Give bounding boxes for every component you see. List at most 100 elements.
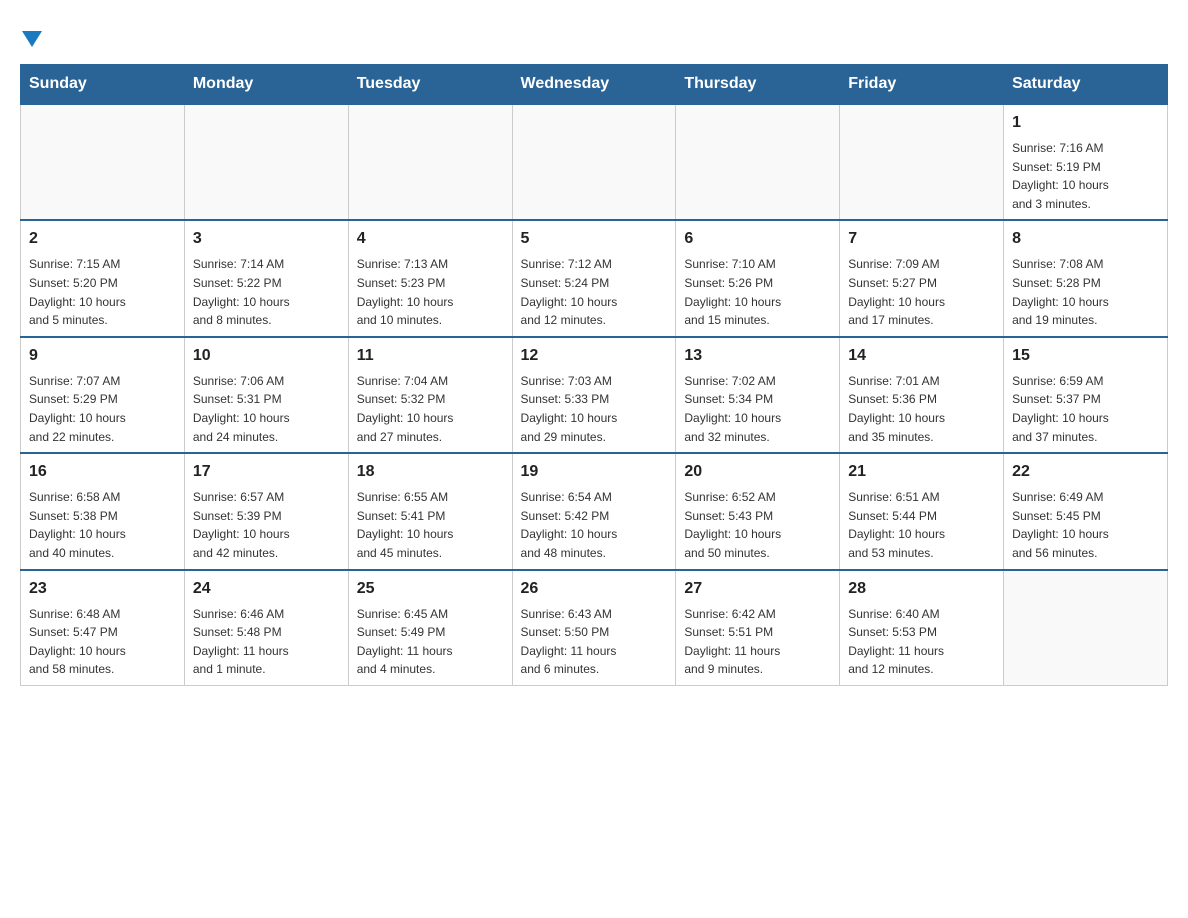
calendar-week-row: 23Sunrise: 6:48 AMSunset: 5:47 PMDayligh… (21, 570, 1168, 686)
day-info: Sunrise: 7:03 AMSunset: 5:33 PMDaylight:… (521, 372, 668, 446)
day-number: 11 (357, 344, 504, 368)
day-number: 5 (521, 227, 668, 251)
calendar-cell: 19 Sunrise: 6:54 AMSunset: 5:42 PMDayligh… (512, 453, 676, 569)
weekday-header-monday: Monday (184, 65, 348, 105)
calendar-cell: 27 Sunrise: 6:42 AMSunset: 5:51 PMDayligh… (676, 570, 840, 686)
day-number: 10 (193, 344, 340, 368)
day-info: Sunrise: 7:13 AMSunset: 5:23 PMDaylight:… (357, 255, 504, 329)
day-info: Sunrise: 7:07 AMSunset: 5:29 PMDaylight:… (29, 372, 176, 446)
calendar-cell: 18Sunrise: 6:55 AMSunset: 5:41 PMDayligh… (348, 453, 512, 569)
day-info: Sunrise: 7:01 AMSunset: 5:36 PMDaylight:… (848, 372, 995, 446)
day-info: Sunrise: 7:15 AMSunset: 5:20 PMDaylight:… (29, 255, 176, 329)
calendar-cell: 20 Sunrise: 6:52 AMSunset: 5:43 PMDayligh… (676, 453, 840, 569)
calendar-cell: 13Sunrise: 7:02 AMSunset: 5:34 PMDayligh… (676, 337, 840, 453)
day-info: Sunrise: 6:49 AMSunset: 5:45 PMDaylight:… (1012, 488, 1159, 562)
calendar-cell: 3 Sunrise: 7:14 AMSunset: 5:22 PMDaylight… (184, 220, 348, 336)
page-header (20, 20, 1168, 48)
logo-text (20, 20, 42, 48)
day-number: 23 (29, 577, 176, 601)
weekday-header-tuesday: Tuesday (348, 65, 512, 105)
day-info: Sunrise: 7:08 AMSunset: 5:28 PMDaylight:… (1012, 255, 1159, 329)
calendar-cell: 25Sunrise: 6:45 AMSunset: 5:49 PMDayligh… (348, 570, 512, 686)
calendar-week-row: 2 Sunrise: 7:15 AMSunset: 5:20 PMDaylight… (21, 220, 1168, 336)
day-number: 17 (193, 460, 340, 484)
calendar-cell (1004, 570, 1168, 686)
calendar-cell: 24 Sunrise: 6:46 AMSunset: 5:48 PMDayligh… (184, 570, 348, 686)
calendar-cell: 7 Sunrise: 7:09 AMSunset: 5:27 PMDaylight… (840, 220, 1004, 336)
day-number: 9 (29, 344, 176, 368)
weekday-header-sunday: Sunday (21, 65, 185, 105)
logo-triangle-icon (22, 31, 42, 47)
day-number: 14 (848, 344, 995, 368)
calendar-header-row: SundayMondayTuesdayWednesdayThursdayFrid… (21, 65, 1168, 105)
day-number: 28 (848, 577, 995, 601)
calendar-cell: 28 Sunrise: 6:40 AMSunset: 5:53 PMDayligh… (840, 570, 1004, 686)
calendar-cell: 21 Sunrise: 6:51 AMSunset: 5:44 PMDayligh… (840, 453, 1004, 569)
day-info: Sunrise: 6:51 AMSunset: 5:44 PMDaylight:… (848, 488, 995, 562)
calendar-week-row: 16 Sunrise: 6:58 AMSunset: 5:38 PMDayligh… (21, 453, 1168, 569)
day-number: 3 (193, 227, 340, 251)
day-info: Sunrise: 6:42 AMSunset: 5:51 PMDaylight:… (684, 605, 831, 679)
day-number: 2 (29, 227, 176, 251)
logo (20, 20, 42, 48)
calendar-cell (184, 104, 348, 220)
weekday-header-thursday: Thursday (676, 65, 840, 105)
day-info: Sunrise: 7:02 AMSunset: 5:34 PMDaylight:… (684, 372, 831, 446)
calendar-cell: 15 Sunrise: 6:59 AMSunset: 5:37 PMDayligh… (1004, 337, 1168, 453)
weekday-header-friday: Friday (840, 65, 1004, 105)
weekday-header-saturday: Saturday (1004, 65, 1168, 105)
calendar-week-row: 1 Sunrise: 7:16 AMSunset: 5:19 PMDaylight… (21, 104, 1168, 220)
day-number: 7 (848, 227, 995, 251)
day-number: 19 (521, 460, 668, 484)
calendar-cell (512, 104, 676, 220)
calendar-cell (840, 104, 1004, 220)
day-info: Sunrise: 6:43 AMSunset: 5:50 PMDaylight:… (521, 605, 668, 679)
day-info: Sunrise: 6:45 AMSunset: 5:49 PMDaylight:… (357, 605, 504, 679)
day-info: Sunrise: 7:16 AMSunset: 5:19 PMDaylight:… (1012, 139, 1159, 213)
day-number: 18 (357, 460, 504, 484)
calendar-cell (348, 104, 512, 220)
weekday-header-wednesday: Wednesday (512, 65, 676, 105)
day-info: Sunrise: 7:06 AMSunset: 5:31 PMDaylight:… (193, 372, 340, 446)
day-info: Sunrise: 6:54 AMSunset: 5:42 PMDaylight:… (521, 488, 668, 562)
calendar-cell: 16 Sunrise: 6:58 AMSunset: 5:38 PMDayligh… (21, 453, 185, 569)
day-number: 21 (848, 460, 995, 484)
calendar-cell (676, 104, 840, 220)
day-info: Sunrise: 6:52 AMSunset: 5:43 PMDaylight:… (684, 488, 831, 562)
calendar-cell: 2 Sunrise: 7:15 AMSunset: 5:20 PMDaylight… (21, 220, 185, 336)
day-number: 16 (29, 460, 176, 484)
day-number: 24 (193, 577, 340, 601)
day-info: Sunrise: 6:59 AMSunset: 5:37 PMDaylight:… (1012, 372, 1159, 446)
calendar-table: SundayMondayTuesdayWednesdayThursdayFrid… (20, 64, 1168, 686)
calendar-cell: 26 Sunrise: 6:43 AMSunset: 5:50 PMDayligh… (512, 570, 676, 686)
calendar-cell: 5 Sunrise: 7:12 AMSunset: 5:24 PMDaylight… (512, 220, 676, 336)
day-number: 20 (684, 460, 831, 484)
day-info: Sunrise: 7:12 AMSunset: 5:24 PMDaylight:… (521, 255, 668, 329)
day-number: 4 (357, 227, 504, 251)
day-info: Sunrise: 7:10 AMSunset: 5:26 PMDaylight:… (684, 255, 831, 329)
day-number: 27 (684, 577, 831, 601)
day-number: 8 (1012, 227, 1159, 251)
calendar-cell: 22 Sunrise: 6:49 AMSunset: 5:45 PMDayligh… (1004, 453, 1168, 569)
calendar-cell: 8 Sunrise: 7:08 AMSunset: 5:28 PMDaylight… (1004, 220, 1168, 336)
calendar-cell: 1 Sunrise: 7:16 AMSunset: 5:19 PMDaylight… (1004, 104, 1168, 220)
day-number: 6 (684, 227, 831, 251)
day-info: Sunrise: 7:04 AMSunset: 5:32 PMDaylight:… (357, 372, 504, 446)
calendar-cell: 17 Sunrise: 6:57 AMSunset: 5:39 PMDayligh… (184, 453, 348, 569)
day-info: Sunrise: 7:09 AMSunset: 5:27 PMDaylight:… (848, 255, 995, 329)
day-info: Sunrise: 6:58 AMSunset: 5:38 PMDaylight:… (29, 488, 176, 562)
calendar-cell: 10 Sunrise: 7:06 AMSunset: 5:31 PMDayligh… (184, 337, 348, 453)
day-info: Sunrise: 6:46 AMSunset: 5:48 PMDaylight:… (193, 605, 340, 679)
calendar-cell: 11 Sunrise: 7:04 AMSunset: 5:32 PMDayligh… (348, 337, 512, 453)
day-info: Sunrise: 6:57 AMSunset: 5:39 PMDaylight:… (193, 488, 340, 562)
day-info: Sunrise: 7:14 AMSunset: 5:22 PMDaylight:… (193, 255, 340, 329)
calendar-cell: 12 Sunrise: 7:03 AMSunset: 5:33 PMDayligh… (512, 337, 676, 453)
day-number: 26 (521, 577, 668, 601)
day-number: 22 (1012, 460, 1159, 484)
day-number: 15 (1012, 344, 1159, 368)
calendar-cell: 14 Sunrise: 7:01 AMSunset: 5:36 PMDayligh… (840, 337, 1004, 453)
day-number: 1 (1012, 111, 1159, 135)
calendar-cell: 9 Sunrise: 7:07 AMSunset: 5:29 PMDaylight… (21, 337, 185, 453)
day-info: Sunrise: 6:40 AMSunset: 5:53 PMDaylight:… (848, 605, 995, 679)
day-number: 12 (521, 344, 668, 368)
